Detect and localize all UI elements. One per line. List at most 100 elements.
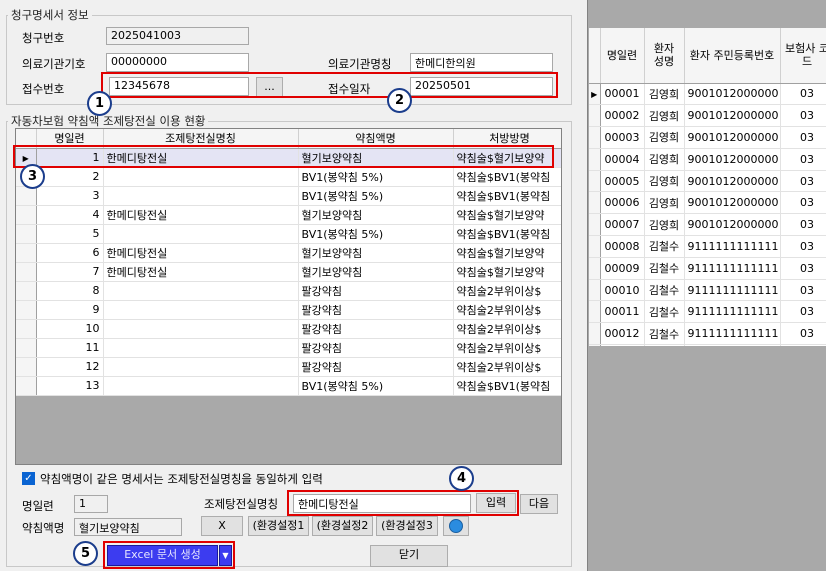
table-row[interactable]: 00004 김영희 9001012000000 03 [589,148,826,171]
row-header[interactable] [589,322,601,346]
row-header[interactable] [16,262,37,282]
cell-serial[interactable]: 4 [36,205,104,225]
table-row[interactable]: 00011 김철수 9111111111111 03 [589,300,826,324]
table-row[interactable]: 00006 김영희 9001012000000 03 [589,191,826,215]
excel-generate-button[interactable]: Excel 문서 생성 [107,545,218,566]
table-row[interactable]: 5 BV1(봉약침 5%) 약침술$BV1(봉약침 [16,224,561,244]
cell-serial[interactable]: 00004 [600,148,645,171]
cell-rrn[interactable]: 9111111111111 [684,322,781,346]
table-row[interactable]: 9 팔강약침 약침술2부위이상$ [16,300,561,320]
cell-serial[interactable]: 12 [36,357,104,377]
table-row[interactable]: 6 한메디탕전실 혈기보양약침 약침술$혈기보양약 [16,243,561,263]
cell-rrn[interactable]: 9111111111111 [684,279,781,302]
row-header[interactable] [16,376,37,396]
cell-name[interactable]: 김철수 [644,300,685,324]
cell-rrn[interactable]: 9001012000000 [684,148,781,171]
usage-grid[interactable]: 명일련 조제탕전실명칭 약침액명 처방방명 ▶ 1 한메디탕전실 혈기보양약침 약침술$… [15,128,562,465]
row-header[interactable] [589,170,601,193]
row-header[interactable] [589,126,601,149]
table-row[interactable]: 8 팔강약침 약침술2부위이상$ [16,281,561,301]
cell-rx[interactable]: 약침술2부위이상$ [453,357,561,377]
cell-code[interactable]: 03 [780,170,826,193]
cell-serial[interactable]: 00009 [600,257,645,280]
excel-dropdown-button[interactable]: ▼ [219,545,232,566]
cell-room[interactable] [103,357,299,377]
cell-name[interactable]: 김철수 [644,235,685,258]
cell-serial[interactable]: 13 [36,376,104,396]
cell-name[interactable]: 김영희 [644,213,685,237]
table-row[interactable]: 7 한메디탕전실 혈기보양약침 약침술$혈기보양약 [16,262,561,282]
row-header[interactable] [589,213,601,237]
cell-code[interactable]: 03 [780,257,826,280]
cell-serial[interactable]: 2 [36,167,104,187]
cell-code[interactable]: 03 [780,148,826,171]
row-header[interactable] [589,104,601,128]
table-row[interactable]: 00009 김철수 9111111111111 03 [589,257,826,280]
cell-rrn[interactable]: 9001012000000 [684,191,781,215]
cell-room[interactable]: 한메디탕전실 [103,243,299,263]
cell-rrn[interactable]: 9001012000000 [684,126,781,149]
cell-room[interactable] [103,376,299,396]
row-header[interactable] [16,281,37,301]
cell-rrn[interactable]: 9001012000000 [684,213,781,237]
cell-liquid[interactable]: BV1(봉약침 5%) [298,167,454,187]
row-header[interactable] [16,357,37,377]
cell-code[interactable]: 03 [780,191,826,215]
patients-col-rrn[interactable]: 환자 주민등록번호 [684,28,781,84]
cell-rx[interactable]: 약침술$BV1(봉약침 [453,376,561,396]
cell-rrn[interactable]: 9111111111111 [684,235,781,258]
env-setting-2-button[interactable]: (환경설정2 [312,516,373,536]
cell-room[interactable] [103,338,299,358]
cell-liquid[interactable]: BV1(봉약침 5%) [298,186,454,206]
cell-room[interactable] [103,186,299,206]
table-row[interactable]: 13 BV1(봉약침 5%) 약침술$BV1(봉약침 [16,376,561,396]
cell-serial[interactable]: 00001 [600,83,645,106]
cell-rrn[interactable]: 9001012000000 [684,104,781,128]
cell-serial[interactable]: 00005 [600,170,645,193]
next-button[interactable]: 다음 [520,494,558,514]
table-row[interactable]: 10 팔강약침 약침술2부위이상$ [16,319,561,339]
cell-serial[interactable]: 00006 [600,191,645,215]
cell-serial[interactable]: 6 [36,243,104,263]
inst-name-field[interactable]: 한메디한의원 [410,53,553,72]
cell-rx[interactable]: 약침술2부위이상$ [453,319,561,339]
table-row[interactable]: 00010 김철수 9111111111111 03 [589,279,826,302]
cell-rrn[interactable]: 9001012000000 [684,170,781,193]
table-row[interactable]: 00003 김영희 9001012000000 03 [589,126,826,149]
cell-serial[interactable]: 10 [36,319,104,339]
cell-name[interactable]: 김영희 [644,148,685,171]
patients-col-serial[interactable]: 명일련 [600,28,645,84]
cell-serial[interactable]: 5 [36,224,104,244]
table-row[interactable]: 2 BV1(봉약침 5%) 약침술$BV1(봉약침 [16,167,561,187]
row-header[interactable] [589,300,601,324]
cell-room[interactable] [103,281,299,301]
cell-room[interactable]: 한메디탕전실 [103,262,299,282]
cell-serial[interactable]: 00007 [600,213,645,237]
cell-liquid[interactable]: BV1(봉약침 5%) [298,376,454,396]
cell-rrn[interactable]: 9101011111111 [684,344,781,346]
patients-grid[interactable]: 명일련 환자 성명 환자 주민등록번호 보험사 코드 ▶ 00001 김영희 9001… [589,28,826,346]
cell-serial[interactable]: 00010 [600,279,645,302]
cell-room[interactable]: 한메디탕전실 [103,205,299,225]
cell-liquid[interactable]: 혈기보양약침 [298,205,454,225]
row-header[interactable] [16,243,37,263]
cell-rx[interactable]: 약침술$혈기보양약 [453,243,561,263]
cell-rx[interactable]: 약침술$혈기보양약 [453,205,561,225]
clear-button[interactable]: X [201,516,243,536]
row-header[interactable] [16,205,37,225]
cell-serial[interactable]: 3 [36,186,104,206]
row-header[interactable] [589,257,601,280]
cell-serial[interactable]: 00003 [600,126,645,149]
cell-serial[interactable]: 00011 [600,300,645,324]
cell-liquid[interactable]: 혈기보양약침 [298,243,454,263]
cell-liquid[interactable]: BV1(봉약침 5%) [298,224,454,244]
cell-name[interactable]: 김철수 [644,257,685,280]
cell-serial[interactable]: 00013 [600,344,645,346]
row-header[interactable] [589,191,601,215]
table-row[interactable]: 00013홍길동910101111111104 [589,344,826,346]
cell-name[interactable]: 홍길동 [644,344,685,346]
row-header[interactable] [16,300,37,320]
row-header[interactable] [589,279,601,302]
cell-liquid[interactable]: 팔강약침 [298,357,454,377]
cell-serial[interactable]: 9 [36,300,104,320]
